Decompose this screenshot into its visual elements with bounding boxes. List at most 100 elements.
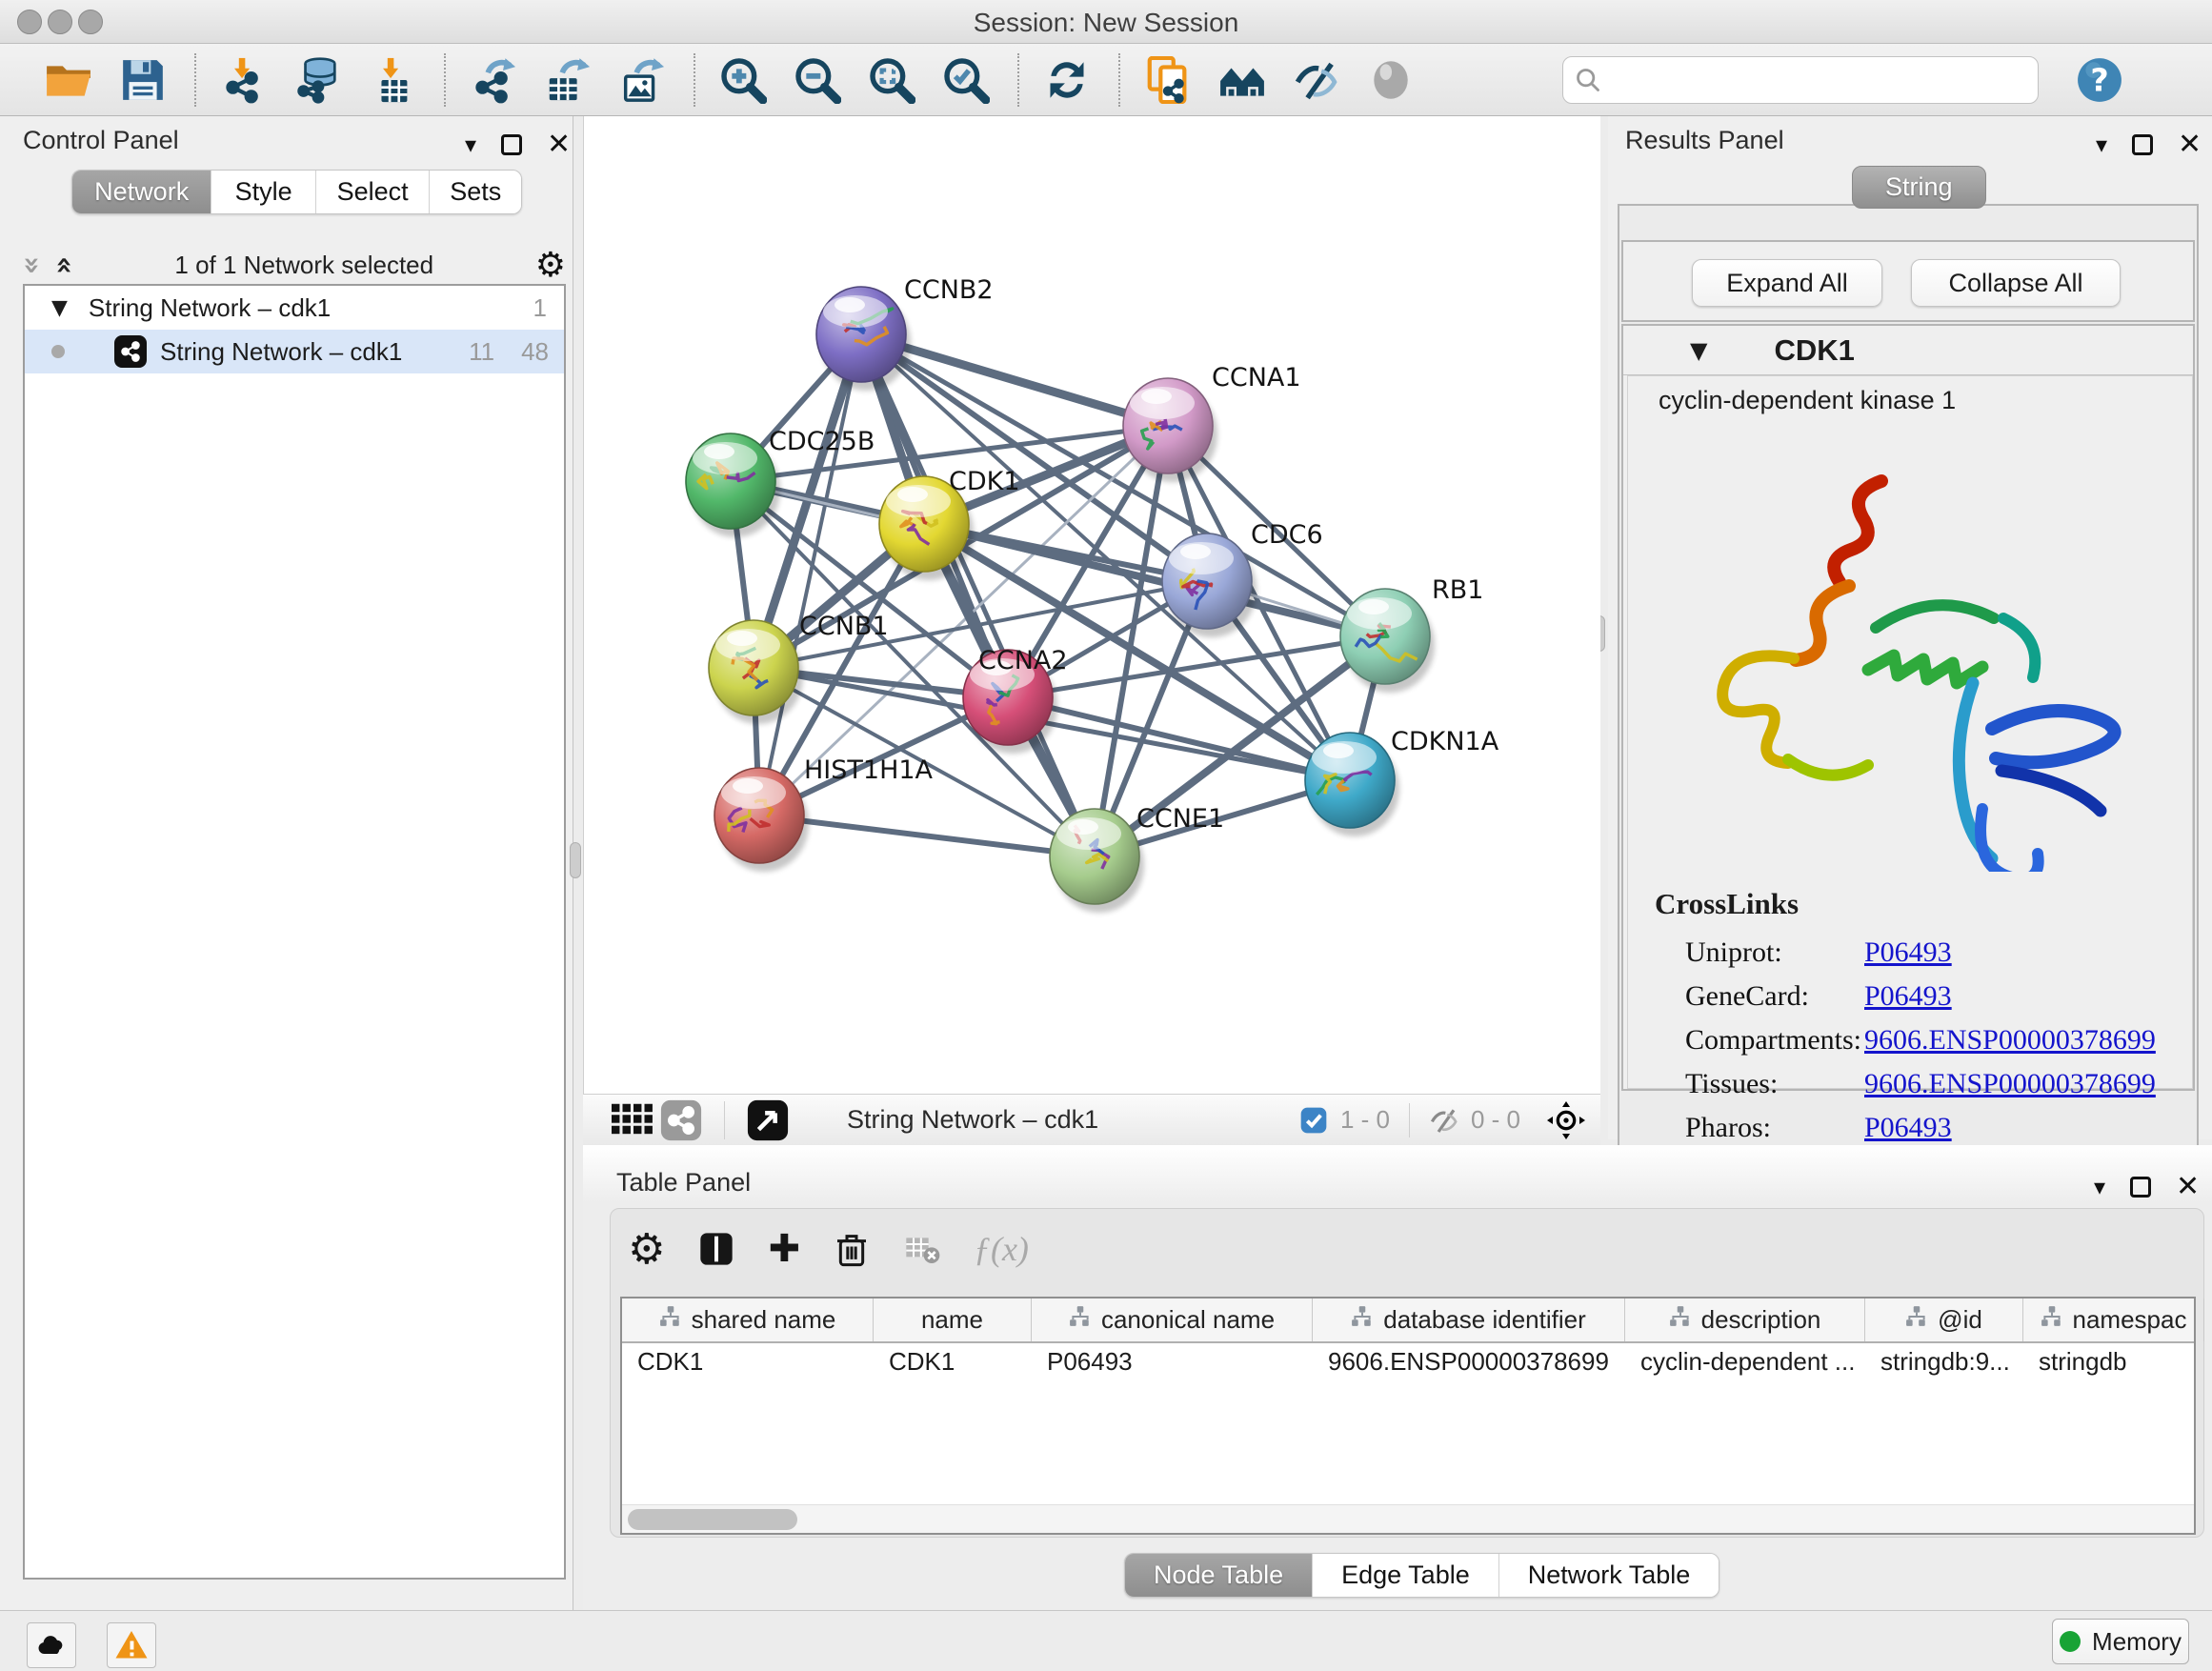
zoom-fit-icon[interactable] [865, 53, 918, 107]
group-nodes-icon[interactable] [1216, 53, 1269, 107]
crosslink-value-link[interactable]: 9606.ENSP00000378699 [1864, 1068, 2156, 1100]
results-panel-close-icon[interactable]: ✕ [2178, 128, 2202, 161]
import-network-from-database-icon[interactable] [292, 53, 345, 107]
add-column-icon[interactable]: ✚ [768, 1227, 800, 1271]
control-panel-float-icon[interactable]: ▾ [465, 131, 476, 158]
cloud-button[interactable] [27, 1622, 76, 1668]
table-column-header[interactable]: @id [1865, 1299, 2023, 1341]
crosslink-value-link[interactable]: 9606.ENSP00000378699 [1864, 1024, 2156, 1057]
network-node-cdkn1a[interactable]: CDKN1A [1305, 727, 1499, 836]
table-panel-float-icon[interactable]: ▾ [2094, 1174, 2105, 1200]
control-panel-maximize-icon[interactable] [501, 134, 522, 155]
collection-expand-icon[interactable]: ▼ [51, 296, 68, 320]
export-table-icon[interactable] [541, 53, 594, 107]
table-panel: Table Panel ▾ ✕ ⚙ ✚ ƒ(x) shared namename… [583, 1145, 2212, 1610]
table-cell[interactable]: CDK1 [874, 1347, 1032, 1377]
open-session-icon[interactable] [42, 53, 95, 107]
search-box[interactable] [1562, 56, 2039, 104]
tab-network[interactable]: Network [72, 171, 211, 213]
protein-description: cyclin-dependent kinase 1 [1659, 386, 1956, 415]
network-options-gear-icon[interactable]: ⚙ [535, 246, 566, 285]
table-cell[interactable]: cyclin-dependent ... [1625, 1347, 1865, 1377]
zoom-in-icon[interactable] [716, 53, 770, 107]
search-input[interactable] [1611, 64, 2011, 95]
delete-column-icon[interactable] [833, 1230, 871, 1268]
network-node-hist1h1a[interactable]: HIST1H1A [714, 755, 934, 872]
network-view-string-icon[interactable] [659, 1098, 703, 1142]
fit-selected-crosshair-icon[interactable] [1547, 1101, 1585, 1139]
table-column-header[interactable]: database identifier [1313, 1299, 1625, 1341]
main-toolbar: ? [0, 44, 2212, 116]
table-panel-close-icon[interactable]: ✕ [2176, 1170, 2200, 1203]
zoom-out-icon[interactable] [791, 53, 844, 107]
table-panel-maximize-icon[interactable] [2130, 1177, 2151, 1198]
help-icon[interactable]: ? [2073, 53, 2126, 107]
expand-collapse-bar: Expand All Collapse All [1621, 240, 2195, 322]
network-canvas[interactable]: CCNB2CCNA1CDC25BCDK1CDC6RB1CCNB1CCNA2CDK… [583, 116, 1600, 1094]
crosslink-value-link[interactable]: P06493 [1864, 980, 1952, 1013]
control-panel-close-icon[interactable]: ✕ [547, 128, 571, 161]
table-cell[interactable]: 9606.ENSP00000378699 [1313, 1347, 1625, 1377]
network-node-rb1[interactable]: RB1 [1340, 575, 1483, 693]
table-column-header[interactable]: shared name [622, 1299, 874, 1341]
table-column-header[interactable]: description [1625, 1299, 1865, 1341]
network-node-cdc6[interactable]: CDC6 [1162, 520, 1323, 637]
table-cell[interactable]: CDK1 [622, 1347, 874, 1377]
crosslinks-heading: CrossLinks [1655, 887, 1799, 921]
network-collection-row[interactable]: ▼ String Network – cdk1 1 [25, 286, 564, 330]
birdseye-view-icon[interactable] [746, 1098, 790, 1142]
select-columns-icon[interactable] [697, 1230, 735, 1268]
table-row[interactable]: CDK1CDK1P064939606.ENSP00000378699cyclin… [622, 1343, 2194, 1379]
results-panel-maximize-icon[interactable] [2132, 134, 2153, 155]
results-panel-float-icon[interactable]: ▾ [2096, 131, 2107, 158]
import-network-icon[interactable] [217, 53, 271, 107]
function-builder-icon: ƒ(x) [974, 1229, 1029, 1269]
tab-style[interactable]: Style [211, 171, 316, 213]
network-node-ccnb1[interactable]: CCNB1 [709, 612, 889, 724]
table-column-header[interactable]: name [874, 1299, 1032, 1341]
network-edge[interactable] [759, 815, 1095, 856]
hide-selected-icon[interactable] [1290, 53, 1343, 107]
tab-string[interactable]: String [1852, 166, 1986, 209]
memory-button[interactable]: Memory [2052, 1619, 2189, 1664]
network-node-ccna1[interactable]: CCNA1 [1123, 363, 1301, 482]
left-splitter-handle[interactable] [570, 842, 581, 878]
crosslink-value-link[interactable]: P06493 [1864, 1112, 1952, 1144]
collapse-all-networks-icon[interactable]: » [15, 255, 49, 273]
import-table-icon[interactable] [366, 53, 419, 107]
network-edge[interactable] [759, 334, 861, 815]
table-gear-icon[interactable]: ⚙ [628, 1225, 665, 1274]
tab-select[interactable]: Select [316, 171, 431, 213]
collapse-all-button[interactable]: Collapse All [1911, 259, 2121, 307]
export-image-icon[interactable] [615, 53, 669, 107]
string-network-graph[interactable]: CCNB2CCNA1CDC25BCDK1CDC6RB1CCNB1CCNA2CDK… [584, 116, 1601, 1094]
table-column-header[interactable]: namespac [2023, 1299, 2204, 1341]
tab-node-table[interactable]: Node Table [1125, 1554, 1313, 1597]
table-horizontal-scrollbar[interactable] [622, 1504, 2194, 1533]
table-cell[interactable]: P06493 [1032, 1347, 1313, 1377]
protein-section-header[interactable]: ▼ CDK1 [1623, 326, 2193, 375]
show-grid-icon[interactable] [612, 1098, 655, 1142]
tab-edge-table[interactable]: Edge Table [1313, 1554, 1499, 1597]
crosslink-value-link[interactable]: P06493 [1864, 936, 1952, 969]
table-cell[interactable]: stringdb:9... [1865, 1347, 2023, 1377]
refresh-layout-icon[interactable] [1040, 53, 1094, 107]
expand-all-networks-icon[interactable]: » [48, 255, 81, 273]
export-network-icon[interactable] [467, 53, 520, 107]
network-row[interactable]: String Network – cdk1 11 48 [25, 330, 564, 373]
tab-sets[interactable]: Sets [430, 171, 521, 213]
protein-expand-icon[interactable]: ▼ [1690, 337, 1707, 364]
table-scrollbar-thumb[interactable] [628, 1509, 797, 1530]
table-column-header[interactable]: canonical name [1032, 1299, 1313, 1341]
column-network-icon [1669, 1305, 1692, 1335]
results-panel: Results Panel ▾ ✕ String Expand All Coll… [1608, 116, 2212, 1139]
save-session-icon[interactable] [116, 53, 170, 107]
network-node-ccne1[interactable]: CCNE1 [1050, 804, 1224, 913]
crosslink-row: Tissues:9606.ENSP00000378699 [1685, 1062, 2181, 1106]
warning-button[interactable] [107, 1622, 156, 1668]
clone-network-icon[interactable] [1141, 53, 1195, 107]
table-cell[interactable]: stringdb [2023, 1347, 2204, 1377]
zoom-selected-icon[interactable] [939, 53, 993, 107]
expand-all-button[interactable]: Expand All [1692, 259, 1882, 307]
tab-network-table[interactable]: Network Table [1499, 1554, 1719, 1597]
